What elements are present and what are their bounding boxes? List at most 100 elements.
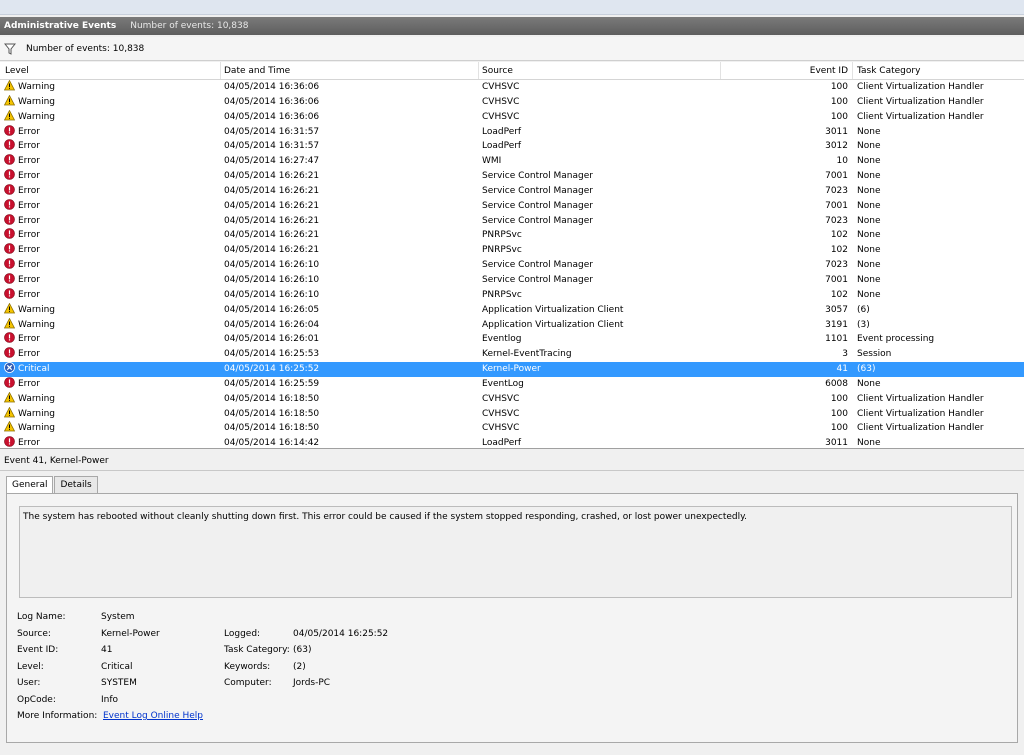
cell-task-category: None [857,245,881,256]
cell-task-category: Client Virtualization Handler [857,82,984,92]
cell-task-category: None [857,156,881,167]
cell-event-id: 100 [830,96,848,107]
cell-event-id: 100 [830,408,848,419]
cell-task-category: None [857,438,881,449]
cell-task-category: None [857,289,881,300]
table-row[interactable]: Warning 04/05/2014 16:36:06 CVHSVC 100 Clien… [0,94,1024,110]
table-row[interactable]: Error 04/05/2014 16:31:57 LoadPerf 3012 None [0,139,1024,154]
log-name-value[interactable]: System [101,612,135,622]
cell-event-id: 3 [842,349,848,360]
table-row[interactable]: Warning 04/05/2014 16:26:04 Application Vi… [0,317,1024,333]
table-row[interactable]: Error 04/05/2014 16:31:57 LoadPerf 3011 None [0,124,1024,140]
error-icon [4,213,15,225]
cell-event-id: 102 [830,245,848,256]
error-icon [4,273,15,284]
table-row[interactable]: Error 04/05/2014 16:25:59 EventLog 6008 None [0,377,1024,392]
cell-event-id: 7001 [825,274,848,285]
user-value[interactable]: SYSTEM [101,678,137,688]
logged-value[interactable]: 04/05/2014 16:25:52 [293,629,388,639]
cell-task-category: None [857,200,881,211]
error-icon [4,184,15,195]
cell-task-category: (6) [857,304,870,315]
column-level[interactable]: Level [5,66,29,76]
table-row[interactable]: Error 04/05/2014 16:26:10 PNRPSvc 102 None [0,288,1024,303]
error-icon [4,377,15,388]
warning-icon [4,317,15,329]
cell-event-id: 100 [830,393,848,404]
keywords-value[interactable]: (2) [293,662,306,672]
cell-task-category: Event processing [857,334,935,345]
cell-level: Error [18,438,40,449]
table-row[interactable]: Error 04/05/2014 16:26:21 Service Control … [0,213,1024,229]
warning-icon [4,109,15,121]
error-icon [4,332,15,344]
column-source[interactable]: Source [482,66,513,76]
cell-level: Error [18,289,40,300]
filter-icon[interactable] [4,43,16,55]
cell-source: LoadPerf [482,141,522,152]
table-row[interactable]: Error 04/05/2014 16:26:01 Eventlog 1101 Even… [0,332,1024,347]
cell-level: Error [18,200,40,211]
tab-details[interactable]: Details [54,476,98,493]
cell-level: Error [18,126,40,137]
table-row[interactable]: Error 04/05/2014 16:26:10 Service Control … [0,273,1024,288]
table-row[interactable]: Warning 04/05/2014 16:18:50 CVHSVC 100 Clien… [0,421,1024,436]
table-row[interactable]: Error 04/05/2014 16:27:47 WMI 10 None [0,154,1024,169]
level-value[interactable]: Critical [101,662,132,672]
table-row[interactable]: Critical 04/05/2014 16:25:52 Kernel-Power 4… [0,362,1024,377]
cell-task-category: Session [857,349,892,360]
cell-level: Error [18,260,40,271]
table-row[interactable]: Error 04/05/2014 16:14:42 LoadPerf 3011 None [0,436,1024,449]
cell-task-category: None [857,185,881,196]
table-row[interactable]: Error 04/05/2014 16:26:21 Service Control … [0,184,1024,199]
table-row[interactable]: Error 04/05/2014 16:26:21 PNRPSvc 102 None [0,228,1024,243]
cell-date: 04/05/2014 16:26:05 [224,304,320,315]
task-category-label: Task Category: [224,645,290,655]
cell-event-id: 102 [830,289,848,300]
general-panel: The system has rebooted without cleanly … [6,493,1018,743]
cell-level: Error [18,171,40,182]
cell-level: Error [18,334,40,345]
events-grid[interactable]: Level Date and Time Source Event ID Task… [0,62,1024,449]
cell-level: Error [18,141,40,152]
error-icon [4,436,15,448]
cell-event-id: 7001 [825,171,848,182]
cell-source: LoadPerf [482,126,522,137]
detail-title: Event 41, Kernel-Power [4,456,109,466]
cell-date: 04/05/2014 16:18:50 [224,408,320,419]
column-event-id[interactable]: Event ID [810,66,848,76]
column-task-category[interactable]: Task Category [857,66,920,76]
computer-value[interactable]: Jords-PC [293,678,330,688]
cell-event-id: 7023 [825,215,848,226]
table-row[interactable]: Warning 04/05/2014 16:18:50 CVHSVC 100 Clien… [0,406,1024,422]
cell-date: 04/05/2014 16:31:57 [224,126,320,137]
warning-icon [4,391,15,403]
table-row[interactable]: Error 04/05/2014 16:26:21 Service Control … [0,169,1024,184]
source-value[interactable]: Kernel-Power [101,629,160,639]
table-row[interactable]: Error 04/05/2014 16:26:21 PNRPSvc 102 None [0,243,1024,258]
error-icon [4,347,15,358]
cell-event-id: 3011 [825,126,848,137]
cell-event-id: 100 [830,423,848,434]
table-row[interactable]: Error 04/05/2014 16:26:10 Service Control … [0,258,1024,273]
table-row[interactable]: Warning 04/05/2014 16:18:50 CVHSVC 100 Clien… [0,391,1024,407]
task-category-value[interactable]: (63) [293,645,311,655]
table-row[interactable]: Warning 04/05/2014 16:36:06 CVHSVC 100 Clien… [0,109,1024,125]
event-id-value[interactable]: 41 [101,645,112,655]
table-row[interactable]: Warning 04/05/2014 16:26:05 Application Vi… [0,302,1024,318]
table-row[interactable]: Warning 04/05/2014 16:36:06 CVHSVC 100 Clien… [0,80,1024,95]
event-description[interactable]: The system has rebooted without cleanly … [19,506,1012,598]
cell-source: EventLog [482,378,524,389]
column-date[interactable]: Date and Time [224,66,290,76]
opcode-value[interactable]: Info [101,695,118,705]
table-row[interactable]: Error 04/05/2014 16:26:21 Service Control … [0,198,1024,214]
event-log-help-link[interactable]: Event Log Online Help [103,711,203,721]
critical-icon [4,362,15,373]
cell-date: 04/05/2014 16:36:06 [224,96,320,107]
table-row[interactable]: Error 04/05/2014 16:25:53 Kernel-EventTrac… [0,347,1024,362]
cell-task-category: None [857,126,881,137]
cell-task-category: None [857,215,881,226]
cell-date: 04/05/2014 16:18:50 [224,423,320,434]
tab-general[interactable]: General [6,476,54,494]
cell-task-category: (63) [857,364,876,375]
